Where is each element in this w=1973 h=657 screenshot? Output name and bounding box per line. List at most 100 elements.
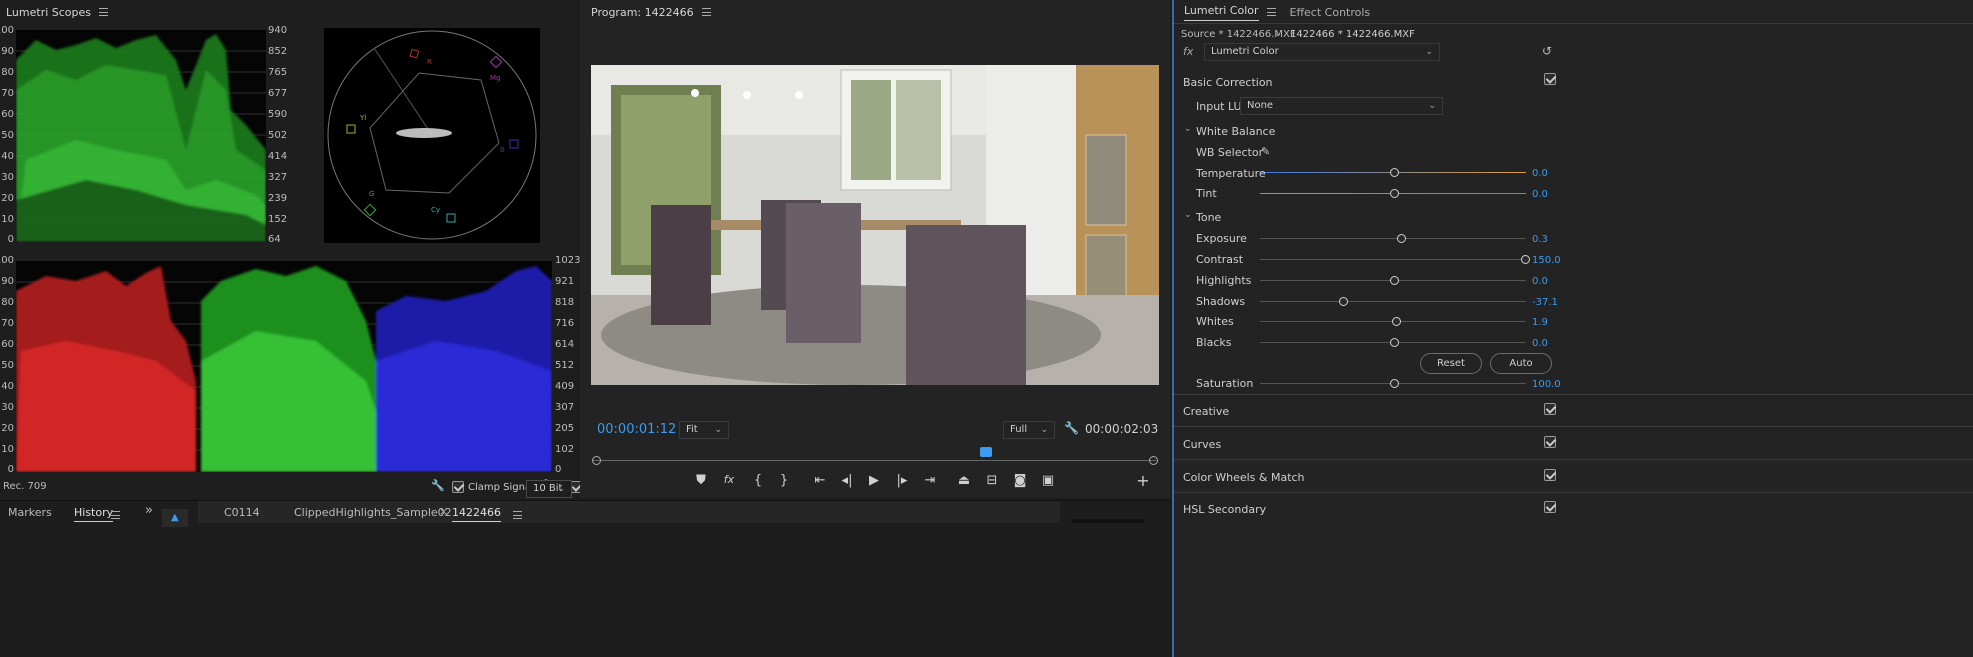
shadows-knob[interactable] [1339,297,1348,306]
creative-checkbox[interactable] [1544,403,1556,415]
shadows-slider[interactable] [1260,297,1526,306]
extract-icon[interactable]: ⊟ [981,473,1003,488]
scale-tick: 60 [1,339,14,350]
tint-value[interactable]: 0.0 [1532,189,1548,200]
contrast-slider[interactable] [1260,255,1530,264]
menu-icon[interactable] [512,511,522,519]
highlights-slider[interactable] [1260,276,1526,285]
chevron-down-icon: ⌄ [1428,101,1436,111]
tab-markers[interactable]: Markers [8,506,52,519]
menu-icon[interactable] [99,8,109,16]
export-frame-icon[interactable]: ◙ [1009,473,1031,488]
exposure-slider[interactable] [1260,234,1526,243]
more-panels-icon[interactable]: » [145,503,153,518]
whites-value[interactable]: 1.9 [1532,317,1548,328]
menu-icon[interactable] [701,8,711,16]
mark-out-icon[interactable]: } [773,473,795,488]
current-timecode[interactable]: 00:00:01:12 [597,422,676,437]
eyedropper-icon[interactable]: ✎ [1261,145,1270,158]
temperature-slider[interactable] [1260,168,1526,177]
exposure-knob[interactable] [1397,234,1406,243]
blacks-knob[interactable] [1390,338,1399,347]
tint-knob[interactable] [1390,189,1399,198]
chevron-down-icon[interactable]: ⌄ [1274,29,1282,39]
close-icon[interactable]: × [439,505,448,518]
sequence-clip-label[interactable]: 1422466 * 1422466.MXF [1290,29,1415,40]
go-to-in-icon[interactable]: ⇤ [809,473,831,488]
sequence-tab-clippedhighlights[interactable]: ClippedHighlights_Sample02 [294,506,452,519]
menu-icon[interactable] [1266,8,1276,16]
menu-icon[interactable] [111,511,120,519]
whites-slider[interactable] [1260,317,1526,326]
section-curves[interactable]: Curves [1183,438,1221,451]
saturation-knob[interactable] [1390,379,1399,388]
scrub-end-handle[interactable] [1149,456,1158,465]
color-standard[interactable]: Rec. 709 [3,481,47,492]
section-color-wheels[interactable]: Color Wheels & Match [1183,471,1305,484]
section-creative[interactable]: Creative [1183,405,1229,418]
temperature-value[interactable]: 0.0 [1532,168,1548,179]
section-basic-correction[interactable]: Basic Correction [1183,76,1273,89]
reset-button[interactable]: Reset [1420,353,1482,374]
highlights-knob[interactable] [1390,276,1399,285]
sequence-tab-c0114[interactable]: C0114 [224,506,260,519]
scrub-start-handle[interactable] [592,456,601,465]
scale-tick: 10 [1,214,14,225]
tab-lumetri-color[interactable]: Lumetri Color [1184,4,1259,21]
effect-dropdown[interactable]: Lumetri Color ⌄ [1204,43,1440,61]
section-hsl-secondary[interactable]: HSL Secondary [1183,503,1266,516]
tab-history[interactable]: History [74,506,114,522]
scopes-wrench-icon[interactable]: 🔧 [431,479,445,492]
highlights-value[interactable]: 0.0 [1532,276,1548,287]
waveform-graphic [16,34,266,242]
whites-knob[interactable] [1392,317,1401,326]
contrast-knob[interactable] [1521,255,1530,264]
chevron-down-icon[interactable]: ⌄ [1184,210,1192,220]
exposure-value[interactable]: 0.3 [1532,234,1548,245]
saturation-slider[interactable] [1260,379,1526,388]
selection-tool-icon[interactable]: ▲ [162,509,188,527]
button-editor-add-icon[interactable]: + [1132,471,1154,490]
shadows-value[interactable]: -37.1 [1532,297,1558,308]
blacks-slider[interactable] [1260,338,1526,347]
program-video-frame[interactable] [591,65,1159,385]
chevron-down-icon[interactable]: ⌄ [1184,124,1192,134]
input-lut-dropdown[interactable]: None ⌄ [1240,97,1443,115]
scale-tick: 20 [1,193,14,204]
scale-tick: 239 [268,193,288,204]
mark-in-icon[interactable]: { [747,473,769,488]
compare-view-icon[interactable]: ▣ [1037,473,1059,488]
scroll-indicator[interactable] [1072,519,1144,523]
effect-value: Lumetri Color [1211,46,1279,57]
lift-icon[interactable]: ⏏ [953,473,975,488]
temperature-knob[interactable] [1390,168,1399,177]
step-back-icon[interactable]: ◂| [836,473,858,488]
zoom-fit-dropdown[interactable]: Fit ⌄ [679,421,729,439]
timeline-scrub-bar[interactable] [593,460,1156,461]
basic-correction-checkbox[interactable] [1544,73,1556,85]
playhead[interactable] [980,447,992,457]
add-marker-icon[interactable]: ⛊ [690,473,712,488]
bit-depth-dropdown[interactable]: 10 Bit ⌄ [526,480,572,498]
fx-icon[interactable]: fx [718,473,740,486]
fx-icon[interactable]: fx [1183,45,1193,58]
sequence-tab-1422466[interactable]: 1422466 [452,506,501,522]
saturation-value[interactable]: 100.0 [1532,379,1561,390]
tab-effect-controls[interactable]: Effect Controls [1290,6,1371,19]
hsl-secondary-checkbox[interactable] [1544,501,1556,513]
contrast-value[interactable]: 150.0 [1532,255,1561,266]
play-icon[interactable]: ▶ [863,473,885,488]
go-to-out-icon[interactable]: ⇥ [919,473,941,488]
auto-button[interactable]: Auto [1490,353,1552,374]
resolution-dropdown[interactable]: Full ⌄ [1003,421,1055,439]
settings-wrench-icon[interactable]: 🔧 [1064,421,1079,435]
blacks-value[interactable]: 0.0 [1532,338,1548,349]
tint-slider[interactable] [1260,189,1526,198]
color-wheels-checkbox[interactable] [1544,469,1556,481]
section-white-balance[interactable]: White Balance [1196,125,1275,138]
reset-effect-icon[interactable]: ↺ [1542,44,1552,58]
clamp-signal-check[interactable] [452,481,464,493]
curves-checkbox[interactable] [1544,436,1556,448]
section-tone[interactable]: Tone [1196,211,1221,224]
step-forward-icon[interactable]: |▸ [891,473,913,488]
